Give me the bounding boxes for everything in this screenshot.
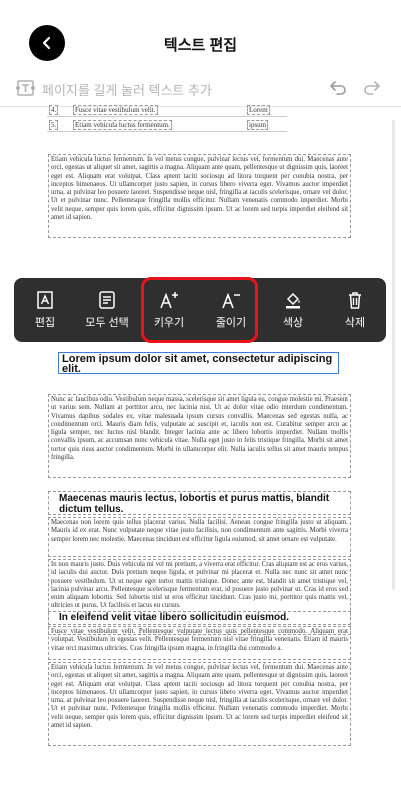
table: 4. Fusce vitae vestibulum velit. Lorem 5… — [47, 102, 287, 132]
edit-label: 편집 — [34, 317, 56, 329]
redo-icon[interactable] — [362, 79, 382, 97]
trash-icon — [349, 292, 361, 309]
page-title: 텍스트 편집 — [163, 37, 238, 54]
select-all-button[interactable]: 모두 선택 — [76, 278, 138, 342]
edit-button[interactable]: 편집 — [14, 278, 76, 342]
text-block[interactable]: Fusce vitae vestibulum velit. Pellentesq… — [48, 626, 351, 660]
table-cell: ipsum — [247, 120, 269, 130]
delete-label: 삭제 — [344, 317, 366, 329]
table-cell: Etiam vehicula luctus fermentum. — [73, 120, 172, 130]
table-cell: 5. — [49, 120, 59, 130]
highlight-frame — [141, 277, 258, 343]
delete-button[interactable]: 삭제 — [324, 278, 386, 342]
text-block[interactable]: Etiam vehicula luctus fermentum. In vel … — [48, 154, 351, 238]
heading-block[interactable]: Maecenas mauris lectus, lobortis et puru… — [48, 491, 351, 515]
color-label: 색상 — [282, 317, 304, 329]
text-block[interactable]: Etiam vehicula luctus fermentum. In vel … — [48, 662, 351, 746]
scrollbar[interactable] — [392, 120, 395, 590]
text-block[interactable]: Maecenas non lorem quis tellus placerat … — [48, 517, 351, 557]
selected-text-block[interactable]: Lorem ipsum dolor sit amet, consectetur … — [58, 352, 339, 374]
paint-bucket-icon — [286, 292, 300, 309]
heading-block[interactable]: In eleifend velit vitae libero sollicitu… — [48, 611, 351, 625]
undo-icon[interactable] — [328, 79, 348, 97]
document-canvas[interactable]: 4. Fusce vitae vestibulum velit. Lorem 5… — [0, 100, 401, 801]
select-all-icon — [99, 291, 115, 309]
color-button[interactable]: 색상 — [262, 278, 324, 342]
table-cell: Fusce vitae vestibulum velit. — [73, 105, 158, 115]
edit-text-icon — [37, 291, 53, 309]
table-cell: 4. — [49, 105, 59, 115]
table-cell: Lorem — [247, 105, 270, 115]
add-text-icon — [16, 80, 35, 96]
select-all-label: 모두 선택 — [85, 317, 129, 329]
text-block[interactable]: Nunc ac faucibus odio. Vestibulum neque … — [48, 394, 351, 478]
hint-text: 페이지를 길게 눌러 텍스트 추가 — [42, 83, 212, 98]
